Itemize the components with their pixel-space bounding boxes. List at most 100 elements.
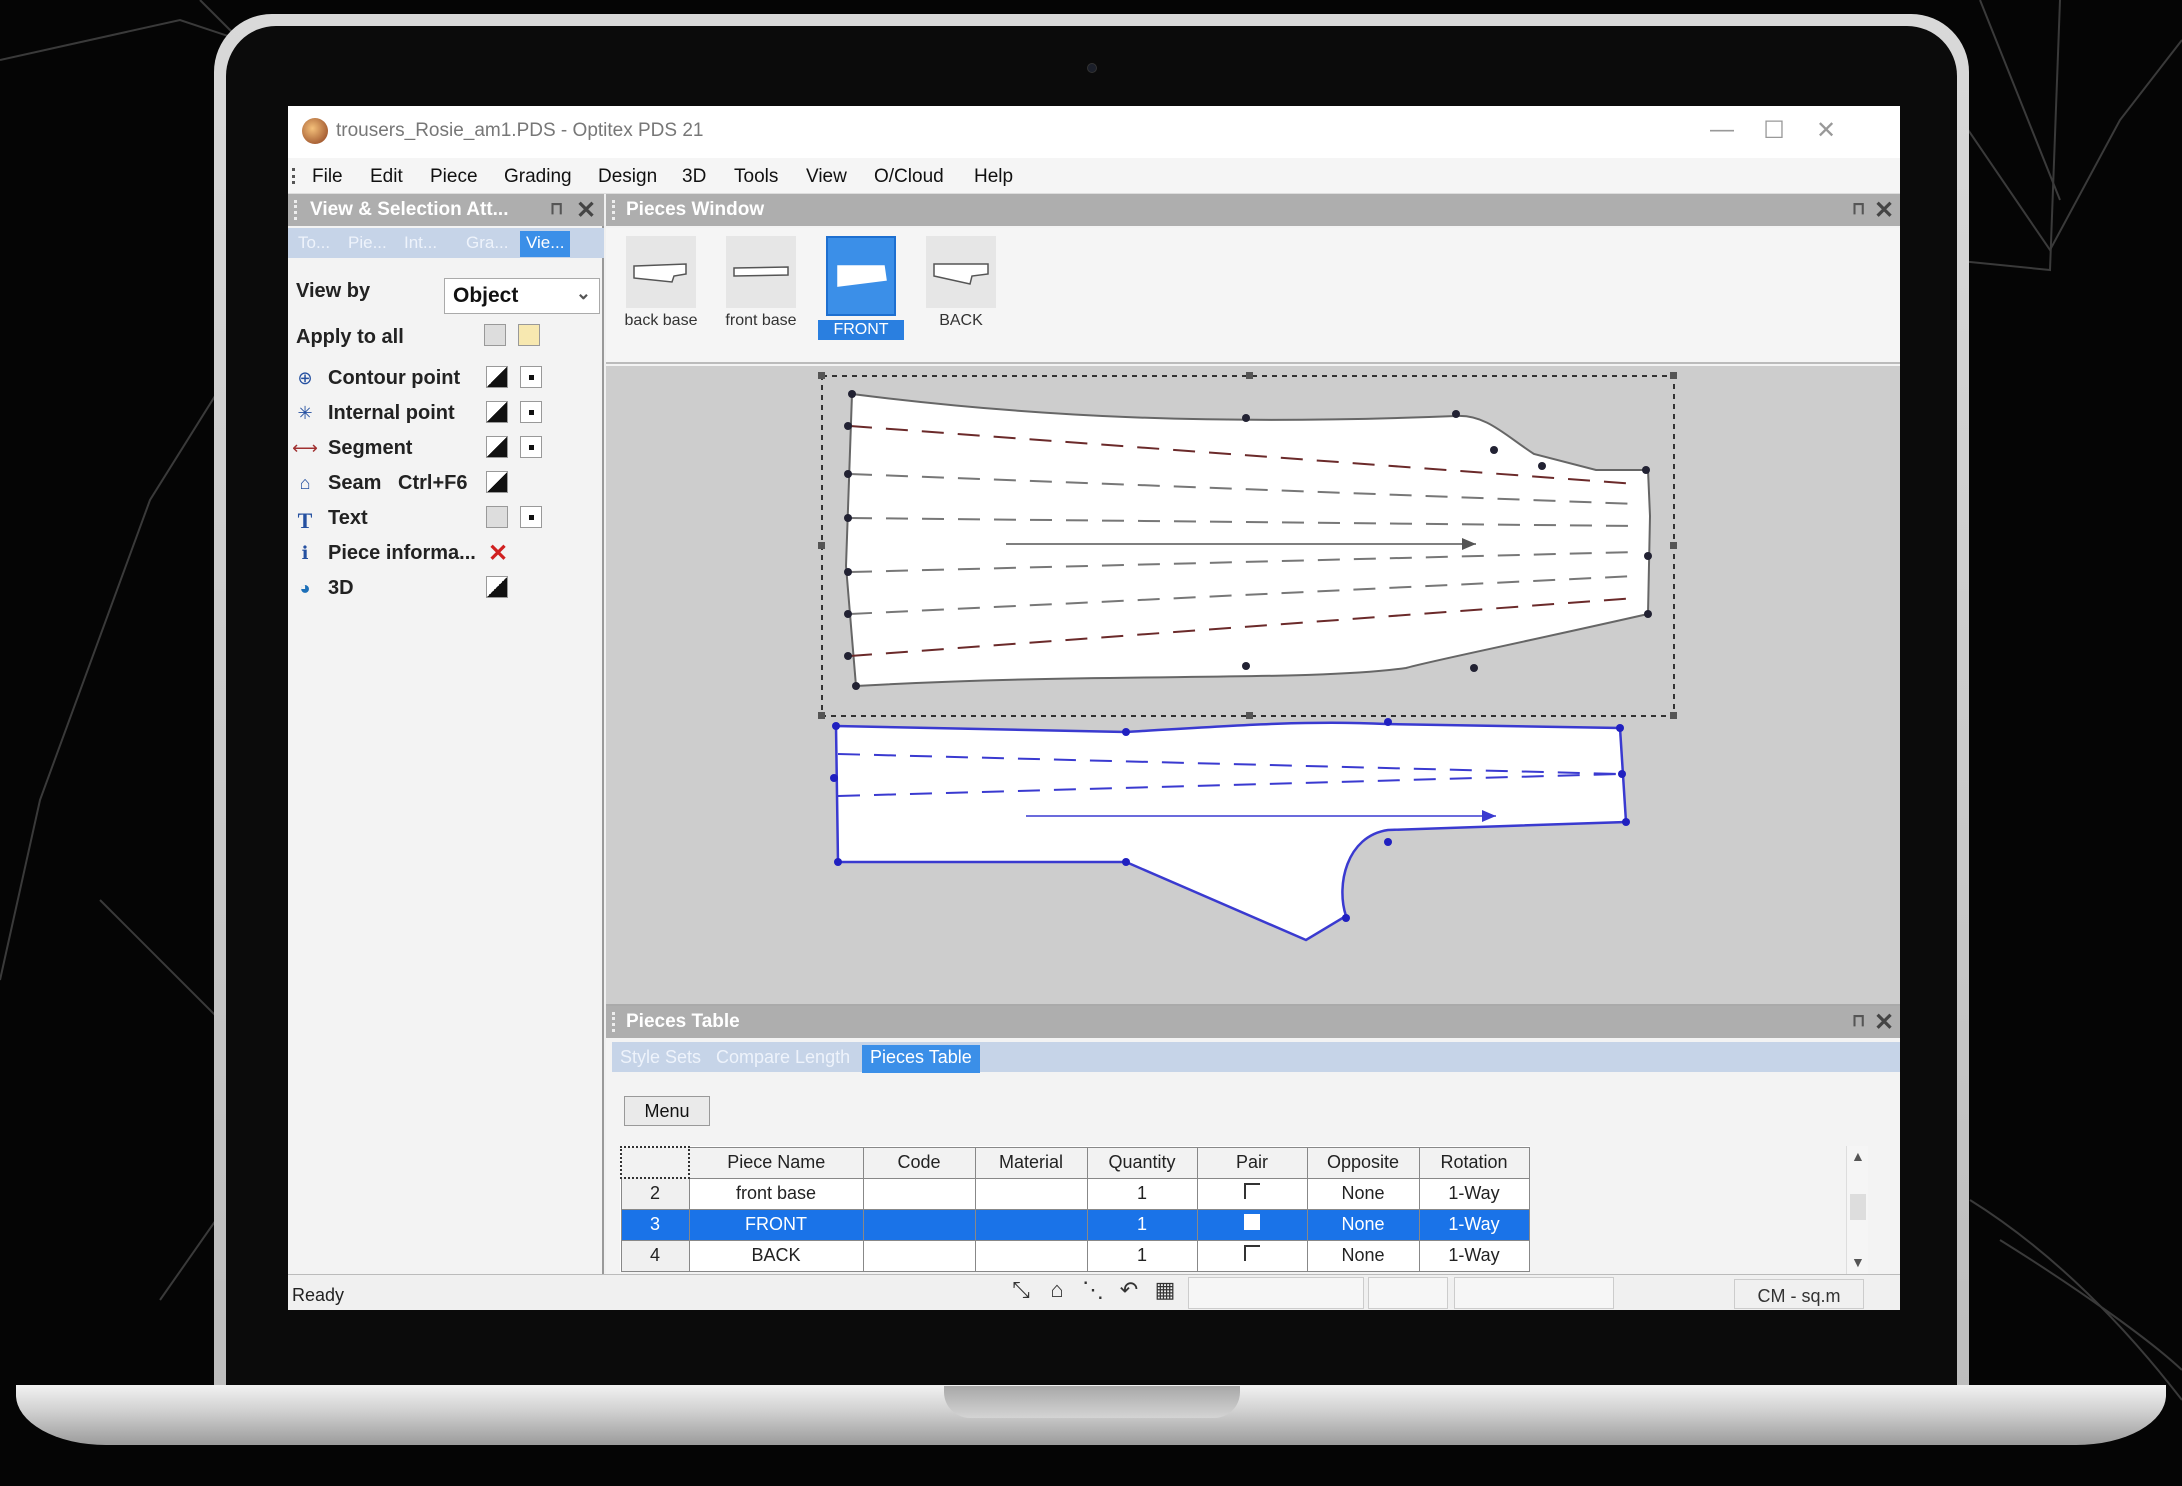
code-cell[interactable] xyxy=(862,1239,976,1272)
maximize-button[interactable]: ☐ xyxy=(1754,116,1794,145)
curve-tool-icon[interactable]: ↶ xyxy=(1112,1277,1146,1309)
col-piece-name[interactable]: Piece Name xyxy=(688,1146,864,1179)
visibility-toggle[interactable] xyxy=(486,366,508,388)
scroll-down-icon[interactable]: ▼ xyxy=(1851,1254,1865,1270)
grid-corner-cell[interactable] xyxy=(620,1146,690,1179)
select-toggle[interactable] xyxy=(520,506,542,528)
row-piece-information[interactable]: ℹ Piece informa... ✕ xyxy=(288,535,604,570)
code-cell[interactable] xyxy=(862,1177,976,1210)
visibility-toggle[interactable] xyxy=(486,436,508,458)
tab-compare-length[interactable]: Compare Length xyxy=(708,1045,858,1070)
rotation-cell[interactable]: 1-Way xyxy=(1418,1208,1530,1241)
visibility-toggle[interactable] xyxy=(486,471,508,493)
quantity-cell[interactable]: 1 xyxy=(1086,1208,1198,1241)
table-row[interactable]: 2 front base 1 None 1-Way xyxy=(620,1177,1530,1210)
units-indicator[interactable]: CM - sq.m xyxy=(1734,1279,1864,1309)
row-number[interactable]: 3 xyxy=(620,1208,690,1241)
pin-icon[interactable]: ⊓ xyxy=(1852,1011,1865,1031)
seam-tool-icon[interactable]: ⌂ xyxy=(1040,1277,1074,1309)
view-by-select[interactable]: Object ⌄ xyxy=(444,278,600,314)
pin-icon[interactable]: ⊓ xyxy=(1852,199,1865,219)
col-quantity[interactable]: Quantity xyxy=(1086,1146,1198,1179)
row-number[interactable]: 2 xyxy=(620,1177,690,1210)
material-cell[interactable] xyxy=(974,1208,1088,1241)
piece-name-cell[interactable]: FRONT xyxy=(688,1208,864,1241)
menu-edit[interactable]: Edit xyxy=(370,166,403,188)
select-toggle[interactable] xyxy=(520,366,542,388)
left-panel-header[interactable]: View & Selection Att... ⊓ ✕ xyxy=(288,194,604,226)
piece-name-cell[interactable]: BACK xyxy=(688,1239,864,1272)
quantity-cell[interactable]: 1 xyxy=(1086,1177,1198,1210)
table-row-selected[interactable]: 3 FRONT 1 None 1-Way xyxy=(620,1208,1530,1241)
material-cell[interactable] xyxy=(974,1239,1088,1272)
pieces-table-header[interactable]: Pieces Table ⊓ ✕ xyxy=(606,1006,1900,1038)
row-seam[interactable]: ⌂ Seam Ctrl+F6 xyxy=(288,465,604,500)
menu-design[interactable]: Design xyxy=(598,166,657,188)
scroll-up-icon[interactable]: ▲ xyxy=(1851,1148,1865,1164)
thumb-back-base[interactable]: back base xyxy=(618,236,704,330)
opposite-cell[interactable]: None xyxy=(1306,1208,1420,1241)
apply-all-lock-toggle[interactable] xyxy=(518,324,540,346)
col-pair[interactable]: Pair xyxy=(1196,1146,1308,1179)
close-panel-icon[interactable]: ✕ xyxy=(1874,1008,1894,1037)
menu-grading[interactable]: Grading xyxy=(504,166,572,188)
tab-internal[interactable]: Int... xyxy=(398,231,443,257)
col-rotation[interactable]: Rotation xyxy=(1418,1146,1530,1179)
piece-name-cell[interactable]: front base xyxy=(688,1177,864,1210)
select-toggle[interactable] xyxy=(520,436,542,458)
col-opposite[interactable]: Opposite xyxy=(1306,1146,1420,1179)
select-toggle[interactable] xyxy=(520,401,542,423)
disabled-x-icon[interactable]: ✕ xyxy=(488,539,508,568)
select-tool-icon[interactable]: ⤡ xyxy=(1004,1277,1038,1309)
tab-pieces-table[interactable]: Pieces Table xyxy=(862,1045,980,1073)
visibility-toggle[interactable] xyxy=(486,401,508,423)
tab-piece[interactable]: Pie... xyxy=(342,231,393,257)
col-code[interactable]: Code xyxy=(862,1146,976,1179)
table-menu-button[interactable]: Menu xyxy=(624,1096,710,1126)
code-cell[interactable] xyxy=(862,1208,976,1241)
pin-icon[interactable]: ⊓ xyxy=(550,199,563,219)
menu-3d[interactable]: 3D xyxy=(682,166,706,188)
menu-tools[interactable]: Tools xyxy=(734,166,778,188)
pair-cell[interactable] xyxy=(1196,1208,1308,1241)
tab-grading[interactable]: Gra... xyxy=(460,231,515,257)
menu-ocloud[interactable]: O/Cloud xyxy=(874,166,944,188)
pair-checkbox[interactable] xyxy=(1244,1245,1260,1261)
col-material[interactable]: Material xyxy=(974,1146,1088,1179)
thumb-front[interactable]: FRONT xyxy=(818,236,904,340)
material-cell[interactable] xyxy=(974,1177,1088,1210)
thumb-back[interactable]: BACK xyxy=(918,236,1004,330)
notch-tool-icon[interactable]: ⋱ xyxy=(1076,1277,1110,1309)
grid-scrollbar[interactable]: ▲ ▼ xyxy=(1846,1146,1868,1274)
pair-cell[interactable] xyxy=(1196,1177,1308,1210)
tab-view[interactable]: Vie... xyxy=(520,231,571,257)
table-row[interactable]: 4 BACK 1 None 1-Way xyxy=(620,1239,1530,1272)
opposite-cell[interactable]: None xyxy=(1306,1177,1420,1210)
minimize-button[interactable]: — xyxy=(1702,116,1742,144)
opposite-cell[interactable]: None xyxy=(1306,1239,1420,1272)
scroll-thumb[interactable] xyxy=(1850,1194,1866,1220)
grid-tool-icon[interactable]: ▦ xyxy=(1148,1277,1182,1309)
menu-file[interactable]: File xyxy=(312,166,343,188)
thumb-front-base[interactable]: front base xyxy=(718,236,804,330)
rotation-cell[interactable]: 1-Way xyxy=(1418,1177,1530,1210)
row-3d[interactable]: ◕ 3D xyxy=(288,570,604,605)
pair-checkbox[interactable] xyxy=(1244,1214,1260,1230)
row-contour-point[interactable]: ⊕ Contour point xyxy=(288,360,604,395)
pair-cell[interactable] xyxy=(1196,1239,1308,1272)
menu-piece[interactable]: Piece xyxy=(430,166,478,188)
close-panel-icon[interactable]: ✕ xyxy=(1874,196,1894,225)
menu-help[interactable]: Help xyxy=(974,166,1013,188)
pieces-window-header[interactable]: Pieces Window ⊓ ✕ xyxy=(606,194,1900,226)
tab-style-sets[interactable]: Style Sets xyxy=(612,1045,709,1070)
rotation-cell[interactable]: 1-Way xyxy=(1418,1239,1530,1272)
row-number[interactable]: 4 xyxy=(620,1239,690,1272)
visibility-toggle[interactable] xyxy=(486,576,508,598)
tab-tools[interactable]: To... xyxy=(292,231,336,257)
row-internal-point[interactable]: ✳ Internal point xyxy=(288,395,604,430)
quantity-cell[interactable]: 1 xyxy=(1086,1239,1198,1272)
row-segment[interactable]: ⟷ Segment xyxy=(288,430,604,465)
close-button[interactable]: ✕ xyxy=(1806,116,1846,145)
design-canvas[interactable] xyxy=(606,366,1900,1004)
menu-view[interactable]: View xyxy=(806,166,847,188)
